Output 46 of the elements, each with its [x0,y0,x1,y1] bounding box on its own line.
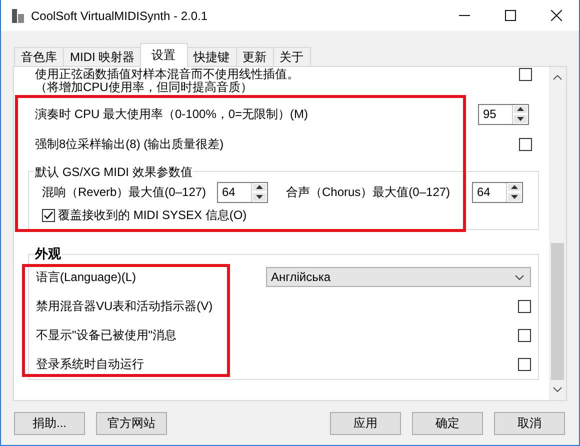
up-arrow-icon[interactable] [511,185,518,190]
app-icon [11,8,25,24]
spin-field[interactable]: 95 [478,104,529,124]
tab[interactable]: 音色库 [14,47,64,67]
dialog-button[interactable]: 捐助... [14,412,85,435]
dialog-button[interactable]: 官方网站 [96,412,167,435]
dialog-button[interactable]: 确定 [412,412,483,435]
window-title: CoolSoft VirtualMIDISynth - 2.0.1 [31,8,209,22]
option-label: 登录系统时自动运行 [36,356,145,372]
tab[interactable]: 关于 [272,47,311,67]
down-arrow-icon[interactable] [517,116,524,121]
checkbox[interactable] [518,328,531,342]
checkbox[interactable] [42,208,55,222]
up-arrow-icon[interactable] [256,185,263,190]
option-label: 合声（Chorus）最大值(0–127) [286,184,452,200]
checkbox[interactable] [519,138,532,150]
spin-field[interactable]: 64 [472,182,523,202]
scroll-up-icon[interactable] [553,75,562,80]
option-label: 混响（Reverb）最大值(0–127) [42,184,208,200]
dialog-button[interactable]: 取消 [494,412,565,435]
option-note: （将增加CPU使用率，但同时提高音质） [35,81,254,94]
up-arrow-icon[interactable] [517,107,524,112]
scrollbar[interactable] [549,67,566,400]
language-dropdown[interactable]: Англійська [266,267,531,287]
option-label: 使用正弦函数插值对样本混音而不使用线性插值。 [35,68,300,81]
maximize-icon[interactable] [504,10,516,21]
scroll-thumb[interactable] [551,243,564,380]
option-label: 语言(Language)(L) [36,268,138,286]
option-label: 禁用混音器VU表和活动指示器(V) [36,298,214,314]
close-icon[interactable] [550,10,562,21]
option-label: 强制8位采样输出(8) (输出质量很差) [35,136,225,152]
option-label: 覆盖接收到的 MIDI SYSEX 信息(O) [58,206,247,224]
scroll-down-icon[interactable] [553,387,562,392]
dialog-button[interactable]: 应用 [330,412,401,435]
group-title: 默认 GS/XG MIDI 效果参数值 [34,164,194,181]
group-title: 外观 [34,245,62,263]
down-arrow-icon[interactable] [256,194,263,199]
checkbox[interactable] [519,68,532,81]
spin-field[interactable]: 64 [217,182,268,202]
option-label: 演奏时 CPU 最大使用率（0-100%，0=无限制）(M) [35,106,310,122]
chevron-down-icon [515,274,524,280]
tab[interactable]: 设置 [140,43,188,67]
option-label: 不显示"设备已被使用"消息 [36,326,178,344]
checkbox[interactable] [518,300,531,312]
checkbox[interactable] [518,358,531,370]
down-arrow-icon[interactable] [511,194,518,199]
